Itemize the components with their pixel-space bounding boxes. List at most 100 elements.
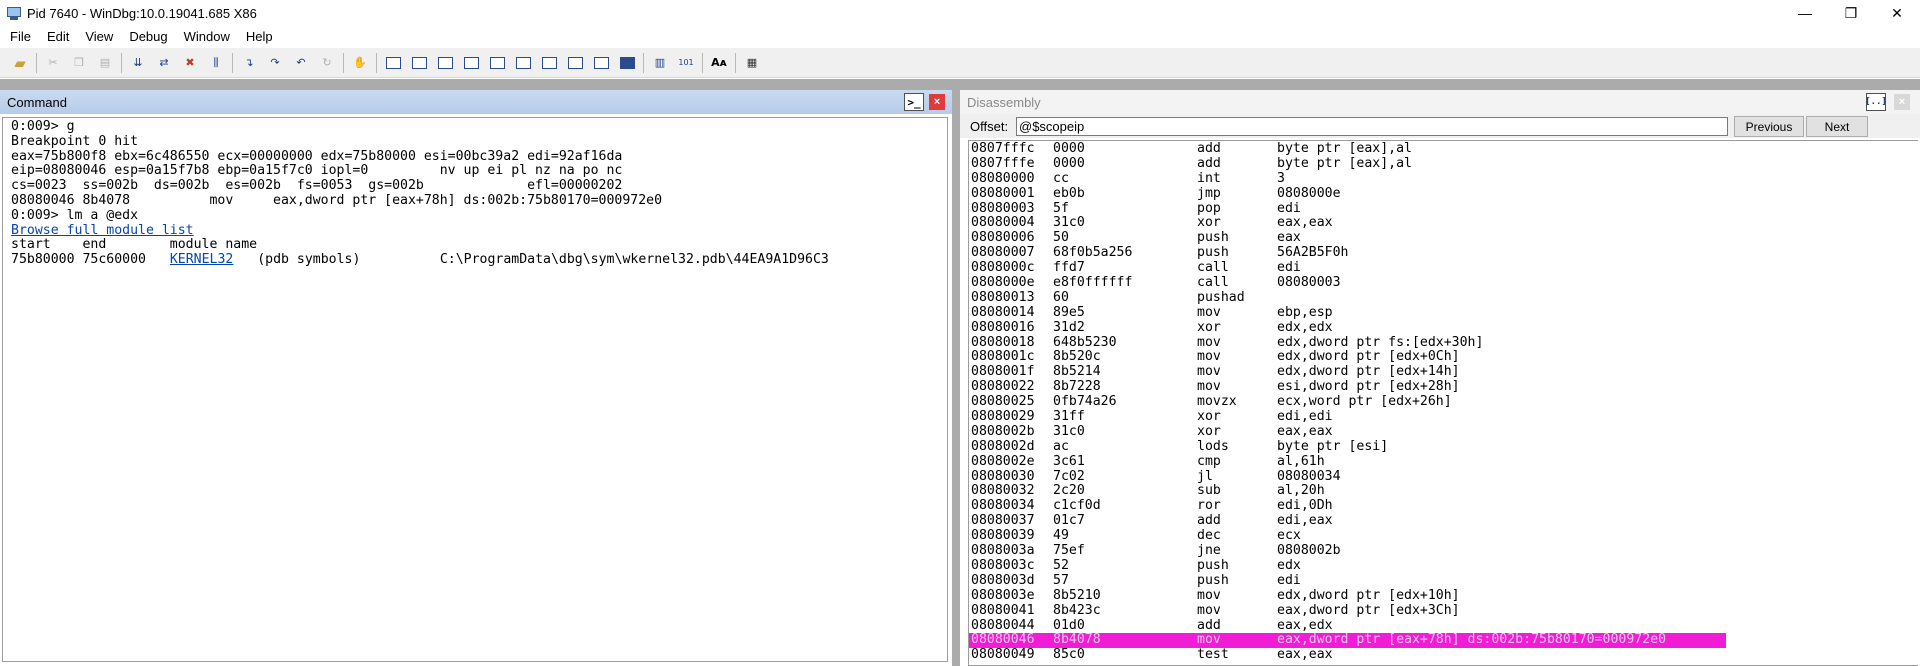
disassembly-row[interactable]: 08080032 2c20 sub al,20h xyxy=(969,484,1918,499)
instruction-mnemonic: mov xyxy=(1197,587,1221,603)
disassembly-row[interactable]: 08080037 01c7 add edi,eax xyxy=(969,513,1918,529)
scratch-pad-icon[interactable] xyxy=(565,53,585,73)
menu-bar: File Edit View Debug Window Help xyxy=(0,26,1920,48)
disassembly-row[interactable]: 0808000e e8f0ffffff call 08080003 xyxy=(969,275,1918,291)
menu-debug[interactable]: Debug xyxy=(121,26,175,48)
offset-input[interactable] xyxy=(1016,117,1728,136)
command-window-icon[interactable] xyxy=(383,53,403,73)
menu-window[interactable]: Window xyxy=(176,26,238,48)
hex-mode-icon[interactable]: 101 xyxy=(676,53,696,73)
open-folder-icon[interactable]: ▰ xyxy=(10,53,30,73)
memory-window-icon[interactable] xyxy=(487,53,507,73)
copy-icon[interactable]: ❐ xyxy=(69,53,89,73)
disassembly-row[interactable]: 08080041 8b423c mov eax,dword ptr [edx+3Ch] xyxy=(969,603,1918,619)
font-icon[interactable]: Aᴀ xyxy=(709,53,729,73)
cut-icon[interactable]: ✂ xyxy=(43,53,63,73)
instruction-operands: 0808002b xyxy=(1277,543,1341,559)
command-close-icon[interactable]: × xyxy=(929,94,945,110)
watch-window-icon[interactable] xyxy=(409,53,429,73)
disassembly-row[interactable]: 0808001c 8b520c mov edx,dword ptr [edx+0Ch] xyxy=(969,350,1918,365)
disassembly-row[interactable]: 0807fffc 0000 add byte ptr [eax],al xyxy=(969,141,1918,157)
toolbar-separator xyxy=(232,52,233,73)
disassembly-row[interactable]: 08080034 c1cf0d ror edi,0Dh xyxy=(969,498,1918,514)
disassembly-row[interactable]: 08080022 8b7228 mov esi,dword ptr [edx+28h] xyxy=(969,379,1918,395)
command-prompt-icon[interactable]: >_ xyxy=(904,93,924,111)
current-instruction-row[interactable]: 08080046 8b4078 mov eax,dword ptr [eax+78h]… xyxy=(969,632,1918,649)
menu-help[interactable]: Help xyxy=(238,26,281,48)
instruction-address: 0807fffc xyxy=(971,141,1035,156)
options-window-icon[interactable] xyxy=(617,53,637,73)
disassembly-row[interactable]: 0808002b 31c0 xor eax,eax xyxy=(969,424,1918,440)
disassembly-row[interactable]: 08080007 68f0b5a256 push 56A2B5F0h xyxy=(969,245,1918,261)
disassembly-row[interactable]: 08080004 31c0 xor eax,eax xyxy=(969,216,1918,231)
disassembly-row[interactable]: 08080014 89e5 mov ebp,esp xyxy=(969,305,1918,321)
module-name-link[interactable]: KERNEL32 xyxy=(170,252,234,267)
call-stack-window-icon[interactable] xyxy=(513,53,533,73)
previous-button[interactable]: Previous xyxy=(1734,116,1804,137)
registers-window-icon[interactable] xyxy=(461,53,481,73)
disassembly-row[interactable]: 08080039 49 dec ecx xyxy=(969,528,1918,544)
paste-icon[interactable]: ▤ xyxy=(95,53,115,73)
disassembly-row[interactable]: 0808003c 52 push edx xyxy=(969,557,1918,574)
disassembly-row[interactable]: 08080044 01d0 add eax,edx xyxy=(969,618,1918,634)
stop-debugging-icon[interactable]: ✖ xyxy=(180,53,200,73)
instruction-bytes: 52 xyxy=(1053,557,1069,573)
instruction-operands: edx,dword ptr fs:[edx+30h] xyxy=(1277,334,1484,350)
disassembly-close-icon[interactable]: × xyxy=(1894,94,1910,110)
instruction-mnemonic: mov xyxy=(1197,632,1221,648)
instruction-mnemonic: movzx xyxy=(1197,394,1237,410)
disassembly-row[interactable]: 0808003a 75ef jne 0808002b xyxy=(969,543,1918,559)
instruction-address: 08080018 xyxy=(971,334,1035,350)
disassembly-row[interactable]: 0808001f 8b5214 mov edx,dword ptr [edx+14h] xyxy=(969,364,1918,380)
disassembly-row[interactable]: 08080000 cc int 3 xyxy=(969,171,1918,187)
disassembly-list[interactable]: 0807fffc 0000 add byte ptr [eax],al 0807fffe… xyxy=(968,140,1918,666)
disassembly-row[interactable]: 0807fffe 0000 add byte ptr [eax],al xyxy=(969,156,1918,172)
menu-file[interactable]: File xyxy=(2,26,39,48)
step-out-icon[interactable]: ↶ xyxy=(291,53,311,73)
disassembly-pane-header[interactable]: Disassembly [..] × xyxy=(960,90,1920,114)
options-icon[interactable]: ▦ xyxy=(742,53,762,73)
disassembly-row[interactable]: 08080013 60 pushad xyxy=(969,290,1918,306)
disassembly-row[interactable]: 08080018 648b5230 mov edx,dword ptr fs:[edx… xyxy=(969,334,1918,351)
break-icon[interactable]: ⫼ xyxy=(206,53,226,73)
instruction-address: 0808003e xyxy=(971,587,1035,603)
disassembly-row[interactable]: 0808000c ffd7 call edi xyxy=(969,260,1918,276)
step-over-icon[interactable]: ↷ xyxy=(265,53,285,73)
disassembly-row[interactable]: 0808002e 3c61 cmp al,61h xyxy=(969,454,1918,470)
disassembly-row[interactable]: 0808003e 8b5210 mov edx,dword ptr [edx+10h] xyxy=(969,587,1918,604)
disassembly-window-icon[interactable]: [..] xyxy=(1865,93,1887,111)
disassembly-row[interactable]: 08080001 eb0b jmp 0808000e xyxy=(969,186,1918,202)
restart-icon[interactable]: ⇄ xyxy=(154,53,174,73)
source-mode-icon[interactable]: ▥ xyxy=(650,53,670,73)
disassembly-row[interactable]: 08080003 5f pop edi xyxy=(969,201,1918,217)
command-output[interactable]: 0:009> g Breakpoint 0 hit eax=75b800f8 e… xyxy=(2,117,948,662)
window-controls: — ❐ ✕ xyxy=(1782,0,1920,26)
go-icon[interactable]: ⇊ xyxy=(128,53,148,73)
hand-icon[interactable]: ✋ xyxy=(350,53,370,73)
instruction-bytes: ac xyxy=(1053,438,1069,454)
command-pane-header[interactable]: Command >_ × xyxy=(0,90,952,114)
step-into-icon[interactable]: ↴ xyxy=(239,53,259,73)
instruction-bytes: 31c0 xyxy=(1053,215,1085,231)
instruction-operands: edi,eax xyxy=(1277,513,1333,529)
menu-edit[interactable]: Edit xyxy=(39,26,77,48)
close-window-button[interactable]: ✕ xyxy=(1874,0,1920,26)
disassembly-row[interactable]: 08080030 7c02 jl 08080034 xyxy=(969,469,1918,485)
disassembly-row[interactable]: 0808002d ac lods byte ptr [esi] xyxy=(969,438,1918,455)
disassembly-window-icon[interactable] xyxy=(539,53,559,73)
disassembly-row[interactable]: 08080029 31ff xor edi,edi xyxy=(969,409,1918,425)
disassembly-row[interactable]: 08080049 85c0 test eax,eax xyxy=(969,647,1918,663)
locals-window-icon[interactable] xyxy=(435,53,455,73)
processes-threads-icon[interactable] xyxy=(591,53,611,73)
browse-module-list-link[interactable]: Browse full module list xyxy=(11,223,194,238)
run-to-cursor-icon[interactable]: ↻ xyxy=(317,53,337,73)
minimize-button[interactable]: — xyxy=(1782,0,1828,26)
disassembly-row[interactable]: 0808003d 57 push edi xyxy=(969,573,1918,589)
restore-button[interactable]: ❐ xyxy=(1828,0,1874,26)
disassembly-row[interactable]: 08080025 0fb74a26 movzx ecx,word ptr [edx+2… xyxy=(969,394,1918,410)
next-button[interactable]: Next xyxy=(1806,116,1868,137)
disassembly-row[interactable]: 08080006 50 push eax xyxy=(969,230,1918,246)
instruction-operands: edx,dword ptr [edx+0Ch] xyxy=(1277,349,1460,365)
menu-view[interactable]: View xyxy=(77,26,121,48)
disassembly-row[interactable]: 08080016 31d2 xor edx,edx xyxy=(969,320,1918,336)
